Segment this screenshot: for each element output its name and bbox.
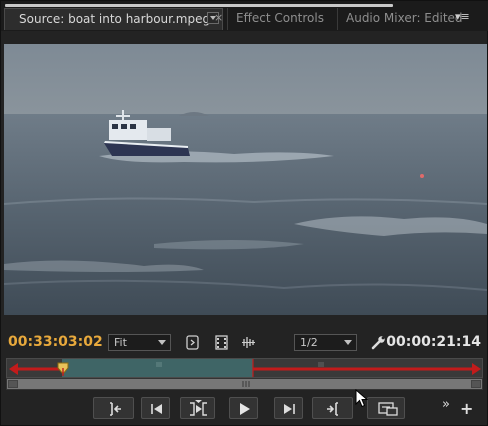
mark-in-icon: [110, 402, 121, 416]
playhead-icon[interactable]: [57, 362, 69, 376]
monitor-controls: 00:33:03:02 Fit 1/2 00:00:21:14: [1, 331, 488, 355]
step-back-button[interactable]: [141, 397, 170, 419]
close-icon[interactable]: ×: [214, 10, 223, 26]
tab-effect-controls-label: Effect Controls: [236, 11, 324, 25]
chevron-down-icon: [158, 340, 166, 345]
output-icon[interactable]: [184, 334, 201, 351]
zoom-select-value: Fit: [114, 336, 127, 349]
tab-source-label: Source: boat into harbour.mpeg: [19, 12, 211, 26]
tab-source[interactable]: Source: boat into harbour.mpeg: [4, 8, 223, 30]
transport-controls: » +: [1, 397, 488, 423]
current-timecode[interactable]: 00:33:03:02: [8, 334, 103, 350]
mouse-cursor-icon: [355, 389, 369, 408]
export-frame-button[interactable]: [367, 397, 405, 419]
video-preview[interactable]: [4, 44, 487, 315]
mark-out-icon: [327, 402, 338, 416]
step-forward-icon: [284, 404, 295, 414]
audio-waveform-icon[interactable]: [240, 334, 257, 351]
resolution-select-value: 1/2: [300, 336, 318, 349]
scrollbar-grip-icon: [242, 381, 250, 387]
step-back-icon: [151, 404, 162, 414]
chevron-down-icon: [344, 340, 352, 345]
video-frame-image: [4, 44, 487, 315]
active-tab-highlight: [5, 4, 393, 7]
time-ruler[interactable]: [6, 358, 483, 378]
add-button-icon[interactable]: +: [460, 401, 473, 417]
tab-audio-mixer-label: Audio Mixer: Edited: [346, 11, 463, 25]
panel-menu-icon[interactable]: ▾≡: [455, 11, 470, 23]
play-button[interactable]: [229, 397, 258, 419]
play-icon: [240, 403, 250, 415]
play-in-to-out-button[interactable]: [180, 397, 215, 419]
resolution-select[interactable]: 1/2: [294, 334, 357, 351]
wrench-icon[interactable]: [370, 334, 387, 351]
scrollbar-right-handle[interactable]: [471, 380, 481, 388]
play-in-out-icon: [190, 400, 207, 416]
duration-timecode: 00:00:21:14: [386, 334, 481, 350]
tab-bar: Source: boat into harbour.mpeg × Effect …: [1, 1, 488, 31]
zoom-select[interactable]: Fit: [108, 334, 171, 351]
tab-audio-mixer[interactable]: Audio Mixer: Edited: [337, 8, 463, 30]
range-markers: [9, 359, 481, 377]
zoom-scrollbar[interactable]: [6, 378, 483, 390]
mark-out-button[interactable]: [312, 397, 353, 419]
export-frame-icon: [378, 402, 398, 416]
filmstrip-icon[interactable]: [213, 334, 230, 351]
more-controls-icon[interactable]: »: [442, 397, 450, 412]
scrollbar-left-handle[interactable]: [8, 380, 18, 388]
source-monitor-panel: Source: boat into harbour.mpeg × Effect …: [0, 0, 488, 426]
step-forward-button[interactable]: [274, 397, 303, 419]
mark-in-button[interactable]: [93, 397, 134, 419]
tab-effect-controls[interactable]: Effect Controls: [227, 8, 341, 30]
